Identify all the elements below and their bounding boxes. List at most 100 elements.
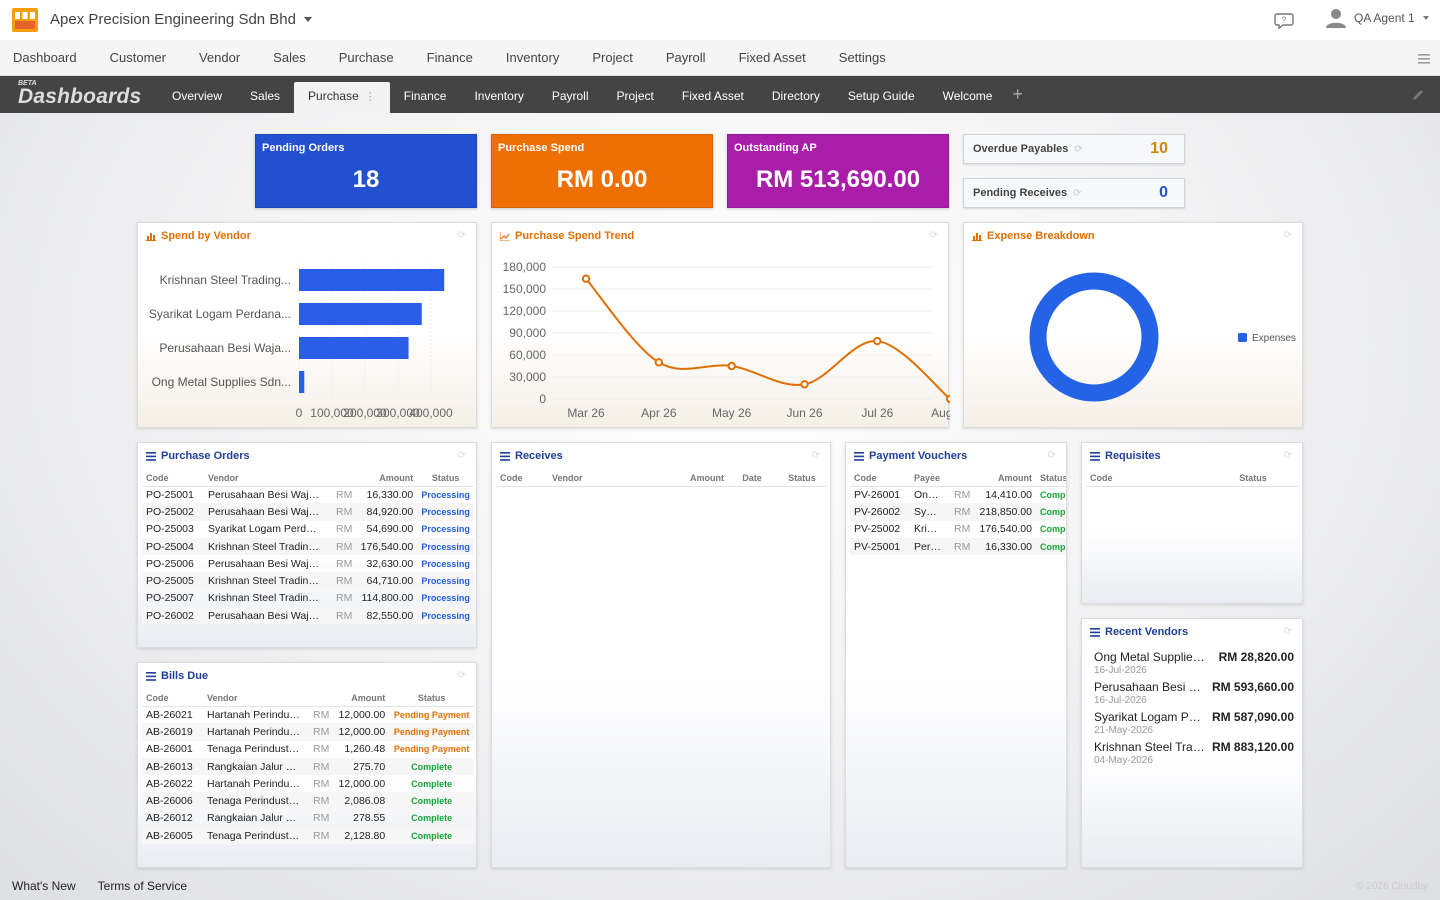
app-logo-icon[interactable] <box>12 8 38 32</box>
list-menu-icon[interactable] <box>1418 54 1430 64</box>
x-tick-label: Jul 26 <box>861 406 893 420</box>
bill-status-text: Complete <box>411 796 453 807</box>
po-code-text: PO-25002 <box>146 505 194 518</box>
nav-sales[interactable]: Sales <box>273 50 306 65</box>
table-row[interactable]: AB-26021 Hartanah Perindustrian Sdn Bhd RM… <box>142 706 474 723</box>
table-row[interactable]: PO-25006 Perusahaan Besi Waja Sdn Bhd RM 32… <box>142 555 474 572</box>
kpi-pending-orders[interactable]: Pending Orders 18 <box>255 134 477 208</box>
list-item[interactable]: Syarikat Logam Perdana Sdn Bhd RM 587,090… <box>1094 710 1304 736</box>
table-row[interactable]: PO-25005 Krishnan Steel Trading Sdn Bhd RM… <box>142 572 474 590</box>
refresh-icon[interactable]: ⟳ <box>1284 626 1292 637</box>
nav-dashboard[interactable]: Dashboard <box>13 50 77 65</box>
col-vendor: Vendor <box>204 470 332 487</box>
pencil-icon[interactable] <box>1412 89 1424 101</box>
tab-sales[interactable]: Sales <box>236 76 294 113</box>
table-row[interactable]: AB-26005 Tenaga Perindustrian Sdn Bhd RM 2,… <box>142 827 474 845</box>
list-item[interactable]: Ong Metal Supplies Sdn Bhd RM 28,820.00 16… <box>1094 650 1304 676</box>
table-row[interactable]: PV-26002 Syarikat Logam Perdana Sdn Bhd RM… <box>850 503 1066 521</box>
table-row[interactable]: AB-26013 Rangkaian Jalur Lebar Sdn Bhd RM 2… <box>142 757 474 776</box>
tab-setup-guide[interactable]: Setup Guide <box>834 76 929 113</box>
tab-purchase[interactable]: Purchase ⋮ <box>294 82 390 113</box>
bill-code-text: AB-26019 <box>146 725 193 738</box>
company-switcher[interactable]: Apex Precision Engineering Sdn Bhd <box>50 11 312 28</box>
bill-amount: 12,000.00 <box>334 775 390 792</box>
refresh-icon[interactable]: ⟳ <box>1284 450 1292 461</box>
bill-code: AB-26019 <box>142 723 203 741</box>
po-currency-text: RM <box>336 540 353 553</box>
table-row[interactable]: PO-25002 Perusahaan Besi Waja Sdn Bhd RM 84… <box>142 503 474 521</box>
refresh-icon[interactable]: ⟳ <box>458 670 466 681</box>
table-row[interactable]: PV-26001 Ong Metal Supplies Sdn Bhd RM 14,4… <box>850 486 1066 503</box>
tab-directory[interactable]: Directory <box>758 76 834 113</box>
tab-overview[interactable]: Overview <box>158 76 236 113</box>
legend-swatch <box>1238 333 1247 342</box>
nav-vendor[interactable]: Vendor <box>199 50 240 65</box>
table-row[interactable]: PO-25007 Krishnan Steel Trading Sdn Bhd RM… <box>142 590 474 607</box>
refresh-icon[interactable]: ⟳ <box>1073 188 1081 199</box>
tab-fixed-asset[interactable]: Fixed Asset <box>668 76 758 113</box>
refresh-icon[interactable]: ⟳ <box>1074 144 1082 155</box>
table-row[interactable]: PV-25002 Krishnan Steel Trading Sdn Bhd RM… <box>850 521 1066 538</box>
tab-welcome[interactable]: Welcome <box>929 76 1007 113</box>
nav-purchase[interactable]: Purchase <box>339 50 394 65</box>
list-item[interactable]: Perusahaan Besi Waja Sdn Bhd RM 593,660.0… <box>1094 680 1304 706</box>
tab-inventory[interactable]: Inventory <box>460 76 537 113</box>
vendor-name: Krishnan Steel Trading Sdn Bhd <box>1094 740 1206 754</box>
table-row[interactable]: PO-25004 Krishnan Steel Trading Sdn Bhd RM… <box>142 537 474 556</box>
refresh-icon[interactable]: ⟳ <box>812 450 820 461</box>
po-code: PO-25007 <box>142 590 204 607</box>
tab-finance[interactable]: Finance <box>390 76 461 113</box>
table-row[interactable]: AB-26019 Hartanah Perindustrian Sdn Bhd RM… <box>142 723 474 741</box>
user-menu[interactable]: QA Agent 1 <box>1326 8 1429 28</box>
pv-payee: Syarikat Logam Perdana Sdn Bhd <box>910 503 950 521</box>
table-row[interactable]: AB-26012 Rangkaian Jalur Lebar Sdn Bhd RM 2… <box>142 810 474 827</box>
nav-inventory[interactable]: Inventory <box>506 50 559 65</box>
panel-payment-vouchers: Payment Vouchers ⟳ Code Payee Amount Sta… <box>845 442 1067 868</box>
bill-code: AB-26013 <box>142 757 203 776</box>
col-amount: Amount <box>332 470 418 487</box>
table-row[interactable]: PO-25001 Perusahaan Besi Waja Sdn Bhd RM 16… <box>142 486 474 503</box>
tab-project[interactable]: Project <box>603 76 668 113</box>
po-amount: 82,550.00 <box>356 607 418 625</box>
refresh-icon[interactable]: ⟳ <box>1048 450 1056 461</box>
nav-payroll[interactable]: Payroll <box>666 50 706 65</box>
x-tick-label: Apr 26 <box>641 406 677 420</box>
list-item[interactable]: Krishnan Steel Trading Sdn Bhd RM 883,120… <box>1094 740 1304 766</box>
table-row[interactable]: AB-26001 Tenaga Perindustrian Sdn Bhd RM 1,… <box>142 741 474 758</box>
table-row[interactable]: PO-26002 Perusahaan Besi Waja Sdn Bhd RM 82… <box>142 607 474 625</box>
bill-currency-text: RM <box>313 725 330 738</box>
panel-purchase-spend-trend: Purchase Spend Trend ⟳ 180,000 150,000 120… <box>491 222 950 428</box>
po-code-text: PO-26002 <box>146 609 194 622</box>
bill-status-text: Pending Payment <box>393 709 470 720</box>
terms-link[interactable]: Terms of Service <box>98 879 187 893</box>
nav-project[interactable]: Project <box>592 50 632 65</box>
footer: What's New Terms of Service <box>12 879 187 893</box>
kpi-value: 10 <box>1150 140 1168 157</box>
kpi-overdue-payables[interactable]: Overdue Payables ⟳ 10 <box>963 134 1185 164</box>
nav-finance[interactable]: Finance <box>427 50 473 65</box>
tab-payroll[interactable]: Payroll <box>538 76 603 113</box>
pv-amount-text: 176,540.00 <box>979 523 1032 536</box>
add-tab-icon[interactable]: + <box>1012 76 1023 113</box>
table-row[interactable]: AB-26022 Hartanah Perindustrian Sdn Bhd RM… <box>142 775 474 792</box>
bill-amount-text: 12,000.00 <box>338 777 386 790</box>
nav-fixed-asset[interactable]: Fixed Asset <box>739 50 806 65</box>
col-code: Code <box>850 470 910 487</box>
kpi-purchase-spend[interactable]: Purchase Spend RM 0.00 <box>491 134 713 208</box>
whats-new-link[interactable]: What's New <box>12 879 76 893</box>
refresh-icon[interactable]: ⟳ <box>458 450 466 461</box>
po-vendor: Perusahaan Besi Waja Sdn Bhd <box>204 555 332 572</box>
bill-currency-text: RM <box>313 829 330 842</box>
kpi-pending-receives[interactable]: Pending Receives ⟳ 0 <box>963 178 1185 208</box>
tab-options-icon[interactable]: ⋮ <box>365 91 376 103</box>
table-row[interactable]: PV-25001 Perusahaan Besi Waja Sdn Bhd RM 16… <box>850 537 1066 556</box>
nav-settings[interactable]: Settings <box>839 50 886 65</box>
nav-customer[interactable]: Customer <box>110 50 166 65</box>
table-row[interactable]: PO-25003 Syarikat Logam Perdana Sdn Bhd RM… <box>142 521 474 538</box>
chat-icon[interactable]: ? <box>1274 10 1294 30</box>
po-vendor-text: Perusahaan Besi Waja Sdn Bhd <box>208 609 320 622</box>
list-icon <box>1090 627 1100 637</box>
kpi-outstanding-ap[interactable]: Outstanding AP RM 513,690.00 <box>727 134 949 208</box>
po-code-text: PO-25006 <box>146 557 194 570</box>
table-row[interactable]: AB-26006 Tenaga Perindustrian Sdn Bhd RM 2,… <box>142 792 474 810</box>
